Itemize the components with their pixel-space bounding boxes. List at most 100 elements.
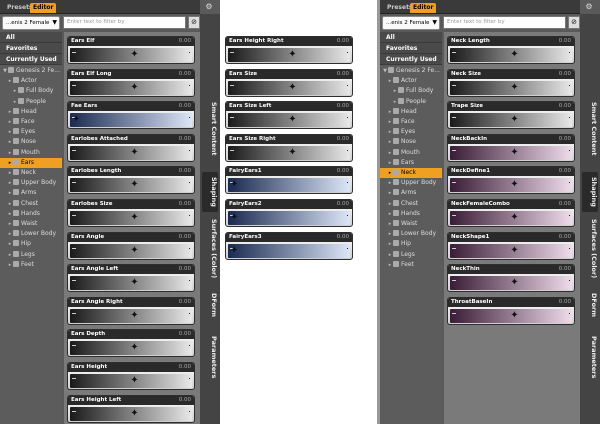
knob-icon[interactable]: ✦	[129, 211, 139, 225]
tree-node[interactable]: ▸ Ears	[380, 158, 442, 168]
side-tab[interactable]: Smart Content	[582, 94, 598, 164]
property-slider[interactable]: Ears Elf 0.00 ✦	[67, 36, 195, 64]
knob-icon[interactable]: ✦	[287, 113, 297, 127]
slider-track[interactable]	[228, 243, 350, 258]
tree-node[interactable]: ▸ Head	[0, 107, 62, 117]
filter-input[interactable]: Enter text to filter by	[63, 16, 186, 29]
slider-track[interactable]	[228, 211, 350, 225]
slider-value[interactable]: 0.00	[559, 298, 571, 307]
property-slider[interactable]: NeckDefine1 0.00 ✦	[447, 166, 575, 195]
tree-node[interactable]: ▸ Mouth	[0, 148, 62, 158]
category-favorites[interactable]: Favorites	[0, 43, 62, 54]
tab-editor[interactable]: Editor	[410, 3, 437, 13]
property-slider[interactable]: Earlobes Attached 0.00 ✦	[67, 133, 195, 162]
knob-icon[interactable]: ✦	[129, 81, 139, 95]
tree-node[interactable]: ▸ Chest	[380, 199, 442, 209]
property-slider[interactable]: Ears Height Right 0.00 ✦	[225, 36, 353, 64]
slider-track[interactable]	[70, 113, 192, 128]
tree-node[interactable]: ▸ Legs	[380, 250, 442, 260]
category-all[interactable]: All	[0, 32, 62, 43]
property-slider[interactable]: Ears Depth 0.00 ✦	[67, 329, 195, 358]
tree-node[interactable]: ▸ Neck	[380, 168, 442, 178]
tree-node[interactable]: ▸ Full Body	[380, 86, 442, 96]
slider-value[interactable]: 0.00	[179, 396, 191, 405]
slider-value[interactable]: 0.00	[559, 135, 571, 144]
slider-value[interactable]: 0.00	[179, 135, 191, 144]
property-slider[interactable]: Ears Elf Long 0.00 ✦	[67, 68, 195, 97]
property-slider[interactable]: FairyEars1 0.00 ✦	[225, 166, 353, 195]
knob-icon[interactable]: ✦	[509, 113, 519, 127]
property-slider[interactable]: Ears Size 0.00 ✦	[225, 68, 353, 97]
property-slider[interactable]: Ears Angle Left 0.00 ✦	[67, 264, 195, 293]
property-slider[interactable]: Ears Angle 0.00 ✦	[67, 231, 195, 260]
slider-value[interactable]: 0.00	[179, 167, 191, 176]
slider-value[interactable]: 0.00	[179, 298, 191, 307]
tree-node[interactable]: ▸ Arms	[0, 188, 62, 198]
tree-node[interactable]: ▸ Feet	[380, 260, 442, 270]
property-slider[interactable]: Ears Size Left 0.00 ✦	[225, 101, 353, 130]
side-tab[interactable]: Surfaces (Color)	[202, 219, 218, 279]
knob-icon[interactable]: ✦	[129, 276, 139, 290]
tree-node[interactable]: ▸ Hands	[0, 209, 62, 219]
property-slider[interactable]: FairyEars3 0.00 ✦	[225, 231, 353, 260]
property-slider[interactable]: Ears Angle Right 0.00 ✦	[67, 296, 195, 325]
clear-icon[interactable]: ⊘	[188, 16, 200, 29]
knob-icon[interactable]: ✦	[287, 81, 297, 95]
tree-node[interactable]: ▸ Lower Body	[380, 229, 442, 239]
tree-node[interactable]: ▸ Hip	[0, 239, 62, 249]
knob-icon[interactable]: ✦	[287, 48, 297, 62]
tree-node[interactable]: ▸ Neck	[0, 168, 62, 178]
tree-node[interactable]: ▸ Waist	[0, 219, 62, 229]
knob-icon[interactable]: ✦	[129, 309, 139, 323]
knob-icon[interactable]: ✦	[509, 146, 519, 160]
side-tab[interactable]: Parameters	[202, 332, 218, 382]
category-all[interactable]: All	[380, 32, 442, 43]
slider-value[interactable]: 0.00	[179, 265, 191, 274]
knob-icon[interactable]: ✦	[129, 341, 139, 355]
gear-icon[interactable]: ⚙	[203, 2, 215, 12]
knob-icon[interactable]: ✦	[229, 178, 239, 192]
knob-icon[interactable]: ✦	[509, 276, 519, 290]
side-tab[interactable]: Parameters	[582, 332, 598, 382]
knob-icon[interactable]: ✦	[129, 407, 139, 421]
property-slider[interactable]: Fae Ears 0.00 ✦	[67, 101, 195, 130]
tree-node[interactable]: ▸ Nose	[380, 137, 442, 147]
slider-value[interactable]: 0.00	[559, 102, 571, 111]
slider-value[interactable]: 0.00	[559, 167, 571, 176]
tree-node[interactable]: ▸ Feet	[0, 260, 62, 270]
knob-icon[interactable]: ✦	[509, 211, 519, 225]
category-currently-used[interactable]: Currently Used	[0, 54, 62, 65]
knob-icon[interactable]: ✦	[287, 146, 297, 160]
property-slider[interactable]: Ears Size Right 0.00 ✦	[225, 133, 353, 162]
category-favorites[interactable]: Favorites	[380, 43, 442, 54]
knob-icon[interactable]: ✦	[509, 309, 519, 323]
tree-node[interactable]: ▸ Chest	[0, 199, 62, 209]
slider-value[interactable]: 0.00	[179, 363, 191, 372]
slider-value[interactable]: 0.00	[179, 70, 191, 79]
side-tab[interactable]: DForm	[202, 286, 218, 324]
property-slider[interactable]: Neck Length 0.00 ✦	[447, 36, 575, 64]
slider-value[interactable]: 0.00	[559, 233, 571, 242]
knob-icon[interactable]: ✦	[509, 81, 519, 95]
tree-node[interactable]: ▸ Ears	[0, 157, 62, 168]
knob-icon[interactable]: ✦	[509, 178, 519, 192]
slider-value[interactable]: 0.00	[337, 135, 349, 144]
tree-node[interactable]: ▼ Genesis 2 Fe...	[0, 66, 62, 76]
property-slider[interactable]: ThroatBaseIn 0.00 ✦	[447, 296, 575, 325]
knob-icon[interactable]: ✦	[229, 244, 239, 258]
tree-node[interactable]: ▸ Mouth	[380, 148, 442, 158]
tree-node[interactable]: ▸ Eyes	[380, 127, 442, 137]
knob-icon[interactable]: ✦	[71, 113, 81, 127]
slider-value[interactable]: 0.00	[337, 200, 349, 209]
tree-node[interactable]: ▸ Legs	[0, 250, 62, 260]
slider-value[interactable]: 0.00	[337, 37, 349, 46]
tree-node[interactable]: ▸ Hands	[380, 209, 442, 219]
slider-value[interactable]: 0.00	[559, 37, 571, 46]
tree-node[interactable]: ▸ Eyes	[0, 127, 62, 137]
property-slider[interactable]: FairyEars2 0.00 ✦	[225, 199, 353, 227]
knob-icon[interactable]: ✦	[509, 244, 519, 258]
tree-node[interactable]: ▸ Upper Body	[380, 178, 442, 188]
tree-node[interactable]: ▸ Face	[0, 117, 62, 127]
knob-icon[interactable]: ✦	[509, 48, 519, 62]
knob-icon[interactable]: ✦	[229, 211, 239, 225]
